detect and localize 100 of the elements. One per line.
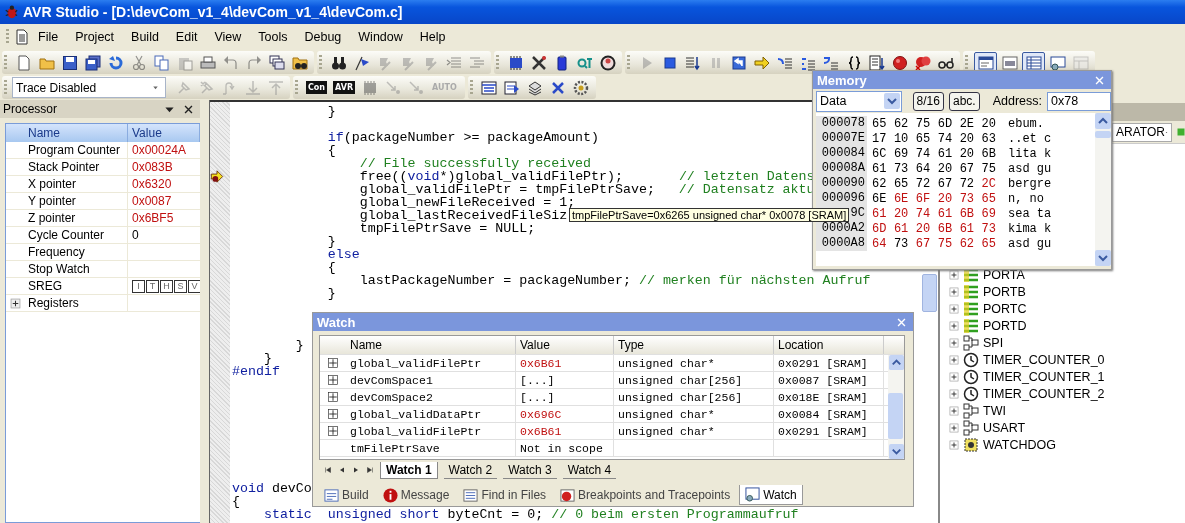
document-icon[interactable] (14, 29, 30, 45)
tree-item[interactable]: TIMER_COUNTER_0 (983, 352, 1105, 367)
close-icon[interactable] (183, 103, 194, 115)
menu-item[interactable]: Project (67, 30, 124, 44)
stop-icon[interactable] (661, 54, 678, 71)
expand-icon[interactable] (328, 409, 338, 419)
watch-window-icon[interactable] (1049, 54, 1066, 71)
expand-icon[interactable] (328, 375, 338, 385)
copy-icon[interactable] (153, 54, 170, 71)
windows-icon[interactable] (268, 54, 285, 71)
menu-item[interactable]: Build (123, 30, 168, 44)
menu-item[interactable]: View (206, 30, 251, 44)
hex-view-icon[interactable] (1001, 54, 1018, 71)
tab[interactable]: Watch 4 (562, 461, 617, 479)
close-icon[interactable] (550, 79, 567, 96)
tab[interactable]: Message (377, 485, 455, 505)
tree-item[interactable]: TWI (983, 403, 1006, 418)
tree-item[interactable]: PORTC (983, 301, 1027, 316)
refresh-icon[interactable] (107, 54, 124, 71)
avatar-icon[interactable] (599, 54, 616, 71)
tree-item[interactable]: TIMER_COUNTER_1 (983, 369, 1105, 384)
column-header[interactable]: Location (774, 336, 884, 354)
step-list-icon[interactable] (684, 54, 701, 71)
tab[interactable]: Find in Files (458, 485, 552, 505)
chip-icon[interactable] (507, 54, 524, 71)
menu-item[interactable]: Edit (167, 30, 207, 44)
arrow-icon[interactable] (753, 54, 770, 71)
toolbar-button[interactable]: Con (306, 81, 328, 94)
tab[interactable]: Watch 3 (503, 461, 557, 479)
tools-icon[interactable] (530, 54, 547, 71)
find-in-files-icon[interactable] (291, 54, 308, 71)
memory-go-icon[interactable] (504, 79, 521, 96)
printer-icon[interactable] (199, 54, 216, 71)
scrollbar[interactable] (888, 355, 904, 459)
expand-icon[interactable] (328, 426, 338, 436)
expand-icon[interactable] (9, 297, 21, 309)
step-out-icon[interactable] (822, 54, 839, 71)
tree-item[interactable]: USART (983, 420, 1026, 435)
scroll-down-icon[interactable] (1095, 250, 1111, 266)
tree-item[interactable]: PORTB (983, 284, 1026, 299)
tree-item[interactable]: PORTD (983, 318, 1027, 333)
tree-item[interactable]: TIMER_COUNTER_2 (983, 386, 1105, 401)
table-cell: 0x6B61 (520, 424, 562, 438)
last-icon[interactable] (366, 466, 374, 474)
byte-cell: 6B (959, 206, 975, 221)
next-icon[interactable] (352, 466, 360, 474)
byte-cell: 73 (893, 161, 909, 176)
menu-item[interactable]: Help (411, 30, 455, 44)
code-line: #endif (232, 364, 280, 379)
tree-item[interactable]: WATCHDOG (983, 437, 1056, 452)
splitter[interactable] (200, 100, 210, 523)
tab[interactable]: Breakpoints and Tracepoints (555, 485, 736, 505)
gear-icon[interactable] (573, 79, 590, 96)
memory-icon[interactable] (481, 79, 498, 96)
breakpoint-icon[interactable] (891, 54, 908, 71)
toggle-button[interactable]: abc. (948, 91, 980, 111)
previous-icon[interactable] (338, 466, 346, 474)
table-cell: global_validFilePtr (350, 356, 482, 370)
column-header[interactable]: Value (516, 336, 614, 354)
tree-item[interactable]: SPI (983, 335, 1004, 350)
tree-item[interactable]: PORTA (983, 267, 1025, 282)
table-cell: 0x018E [SRAM] (778, 390, 868, 404)
toggle-button[interactable]: 8/16 (912, 91, 944, 111)
tab[interactable]: Watch 1 (380, 461, 438, 479)
stack-icon[interactable] (527, 79, 544, 96)
tab[interactable]: Build (319, 485, 374, 505)
save-all-icon[interactable] (84, 54, 101, 71)
menu-item[interactable]: Debug (296, 30, 351, 44)
scroll-down-icon[interactable] (888, 444, 904, 459)
binoculars-icon[interactable] (330, 54, 347, 71)
save-icon[interactable] (61, 54, 78, 71)
trace-dropdown[interactable]: Trace Disabled (12, 77, 166, 98)
column-header[interactable]: Name (24, 124, 128, 142)
run-to-cursor-icon[interactable] (868, 54, 885, 71)
menu-item[interactable]: Tools (250, 30, 297, 44)
table-cell: 0x0291 [SRAM] (778, 356, 868, 370)
menu-item[interactable]: File (30, 30, 68, 44)
table-cell: devComSpace1 (350, 373, 433, 387)
expand-icon[interactable] (328, 358, 338, 368)
scroll-thumb[interactable] (922, 274, 937, 312)
address-field[interactable]: 0x78 (1047, 91, 1111, 111)
memory-type-dropdown[interactable]: Data (816, 90, 902, 112)
column-header[interactable]: Type (614, 336, 774, 354)
toolbar-button[interactable]: AVR (333, 81, 356, 94)
menu-item[interactable]: Window (350, 30, 412, 44)
scroll-up-icon[interactable] (1095, 113, 1111, 129)
first-icon[interactable] (324, 466, 332, 474)
scroll-up-icon[interactable] (888, 355, 904, 370)
tab[interactable]: Watch (739, 485, 803, 505)
table-cell: Cycle Counter (24, 227, 128, 243)
dropdown[interactable]: ARATOR (1112, 122, 1172, 142)
new-file-icon[interactable] (15, 54, 32, 71)
tab[interactable]: Watch 2 (443, 461, 498, 479)
flag-icon[interactable] (353, 54, 370, 71)
reset-icon[interactable] (730, 54, 747, 71)
scrollbar[interactable] (1095, 113, 1111, 266)
expand-icon[interactable] (328, 392, 338, 402)
scroll-thumb[interactable] (888, 393, 903, 439)
column-header[interactable]: Name (346, 336, 516, 354)
scroll-thumb[interactable] (1095, 131, 1111, 138)
